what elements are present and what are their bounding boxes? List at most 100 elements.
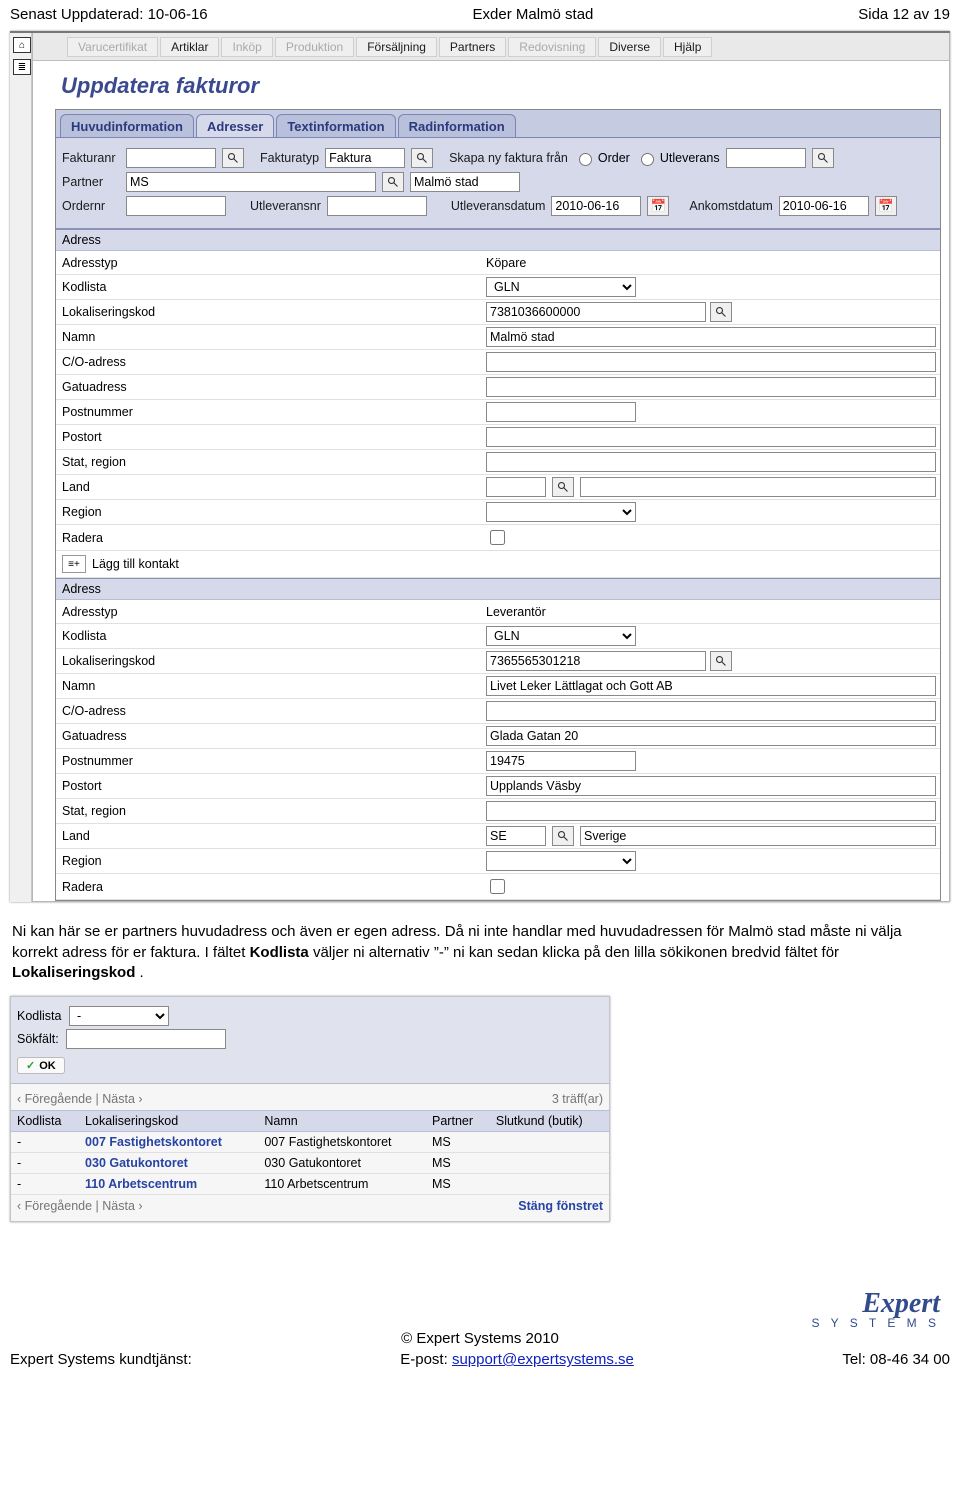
table-cell (490, 1132, 609, 1153)
menu-item[interactable]: Partners (439, 37, 506, 57)
gatu-input[interactable] (486, 726, 936, 746)
table-cell (490, 1174, 609, 1195)
region-select[interactable] (486, 502, 636, 522)
partner-input[interactable] (126, 172, 376, 192)
lbl-radera: Radera (56, 528, 486, 548)
land-code-input[interactable] (486, 477, 546, 497)
utleveransnr-input[interactable] (327, 196, 427, 216)
ankomstdatum-input[interactable] (779, 196, 869, 216)
namn-input[interactable] (486, 327, 936, 347)
popup-kodlista-select[interactable]: - (69, 1006, 169, 1026)
lokaliseringskod-input[interactable] (486, 302, 706, 322)
radera-checkbox[interactable] (490, 879, 505, 894)
col-header: Slutkund (butik) (490, 1111, 609, 1132)
nav-prev-next-bottom[interactable]: ‹ Föregående | Nästa › (17, 1199, 143, 1213)
table-cell: - (11, 1174, 79, 1195)
home-icon[interactable]: ⌂ (13, 37, 31, 53)
radera-checkbox[interactable] (490, 530, 505, 545)
nav-prev-next[interactable]: ‹ Föregående | Nästa › (17, 1092, 143, 1106)
skapa-input[interactable] (726, 148, 806, 168)
add-contact-button[interactable]: ≡+Lägg till kontakt (56, 551, 185, 577)
tab[interactable]: Textinformation (276, 114, 395, 137)
support-email-link[interactable]: support@expertsystems.se (452, 1351, 634, 1368)
land-name-input[interactable] (580, 826, 936, 846)
kodlista-select[interactable]: GLN (486, 277, 636, 297)
namn-input[interactable] (486, 676, 936, 696)
search-icon[interactable] (382, 172, 404, 192)
co-input[interactable] (486, 701, 936, 721)
utleveransdatum-label: Utleveransdatum (451, 199, 546, 213)
radio-utleverans[interactable]: Utleverans (636, 150, 720, 166)
postnr-input[interactable] (486, 402, 636, 422)
lbl-postort: Postort (56, 427, 486, 447)
menu-item[interactable]: Artiklar (160, 37, 219, 57)
utleveransdatum-input[interactable] (551, 196, 641, 216)
add-contact-icon: ≡+ (62, 555, 86, 573)
stat-input[interactable] (486, 801, 936, 821)
search-icon[interactable] (552, 477, 574, 497)
calendar-icon[interactable]: 📅 (875, 196, 897, 216)
lokaliseringskod-input[interactable] (486, 651, 706, 671)
tab[interactable]: Radinformation (398, 114, 516, 137)
table-cell: MS (426, 1132, 490, 1153)
kodlista-select[interactable]: GLN (486, 626, 636, 646)
logo-text-2: S Y S T E M S (10, 1316, 940, 1330)
lbl-co: C/O-adress (56, 352, 486, 372)
list-icon[interactable]: ≣ (13, 59, 31, 75)
fakturatyp-input[interactable] (325, 148, 405, 168)
lbl-postnr: Postnummer (56, 751, 486, 771)
tab[interactable]: Huvudinformation (60, 114, 194, 137)
table-cell[interactable]: 030 Gatukontoret (79, 1153, 258, 1174)
footer-left: Expert Systems kundtjänst: (10, 1351, 192, 1368)
val-adresstyp: Leverantör (486, 605, 546, 619)
fakturanr-input[interactable] (126, 148, 216, 168)
menu-item[interactable]: Hjälp (663, 37, 712, 57)
land-code-input[interactable] (486, 826, 546, 846)
search-icon[interactable] (552, 826, 574, 846)
table-cell: 110 Arbetscentrum (258, 1174, 426, 1195)
page-title: Uppdatera fakturor (55, 61, 949, 109)
lbl-adresstyp: Adresstyp (56, 602, 486, 622)
postort-input[interactable] (486, 776, 936, 796)
stat-input[interactable] (486, 452, 936, 472)
table-cell: - (11, 1132, 79, 1153)
lbl-kodlista: Kodlista (56, 277, 486, 297)
menu-item[interactable]: Försäljning (356, 37, 437, 57)
table-row[interactable]: -110 Arbetscentrum110 ArbetscentrumMS (11, 1174, 609, 1195)
postnr-input[interactable] (486, 751, 636, 771)
search-icon[interactable] (812, 148, 834, 168)
search-icon[interactable] (710, 651, 732, 671)
region-select[interactable] (486, 851, 636, 871)
ok-button[interactable]: ✓OK (17, 1057, 65, 1074)
tab[interactable]: Adresser (196, 114, 274, 137)
radio-utleverans-label: Utleverans (660, 151, 720, 165)
body-text-part: . (140, 964, 144, 981)
lbl-kodlista: Kodlista (56, 626, 486, 646)
close-window-link[interactable]: Stäng fönstret (518, 1199, 603, 1213)
calendar-icon[interactable]: 📅 (647, 196, 669, 216)
co-input[interactable] (486, 352, 936, 372)
lbl-stat: Stat, region (56, 452, 486, 472)
body-text-bold: Lokaliseringskod (12, 964, 135, 981)
postort-input[interactable] (486, 427, 936, 447)
tab-strip: HuvudinformationAdresserTextinformationR… (56, 110, 940, 138)
footer-copyright: © Expert Systems 2010 (10, 1330, 950, 1347)
popup-sokfalt-input[interactable] (66, 1029, 226, 1049)
table-row[interactable]: -030 Gatukontoret030 GatukontoretMS (11, 1153, 609, 1174)
search-icon[interactable] (411, 148, 433, 168)
table-cell[interactable]: 007 Fastighetskontoret (79, 1132, 258, 1153)
table-cell: - (11, 1153, 79, 1174)
menu-item[interactable]: Diverse (598, 37, 661, 57)
table-cell[interactable]: 110 Arbetscentrum (79, 1174, 258, 1195)
partner-label: Partner (62, 175, 120, 189)
search-icon[interactable] (222, 148, 244, 168)
search-icon[interactable] (710, 302, 732, 322)
lbl-namn: Namn (56, 327, 486, 347)
ordernr-input[interactable] (126, 196, 226, 216)
radio-order[interactable]: Order (574, 150, 630, 166)
lbl-radera: Radera (56, 877, 486, 897)
gatu-input[interactable] (486, 377, 936, 397)
land-name-input[interactable] (580, 477, 936, 497)
table-row[interactable]: -007 Fastighetskontoret007 Fastighetskon… (11, 1132, 609, 1153)
lbl-postnr: Postnummer (56, 402, 486, 422)
